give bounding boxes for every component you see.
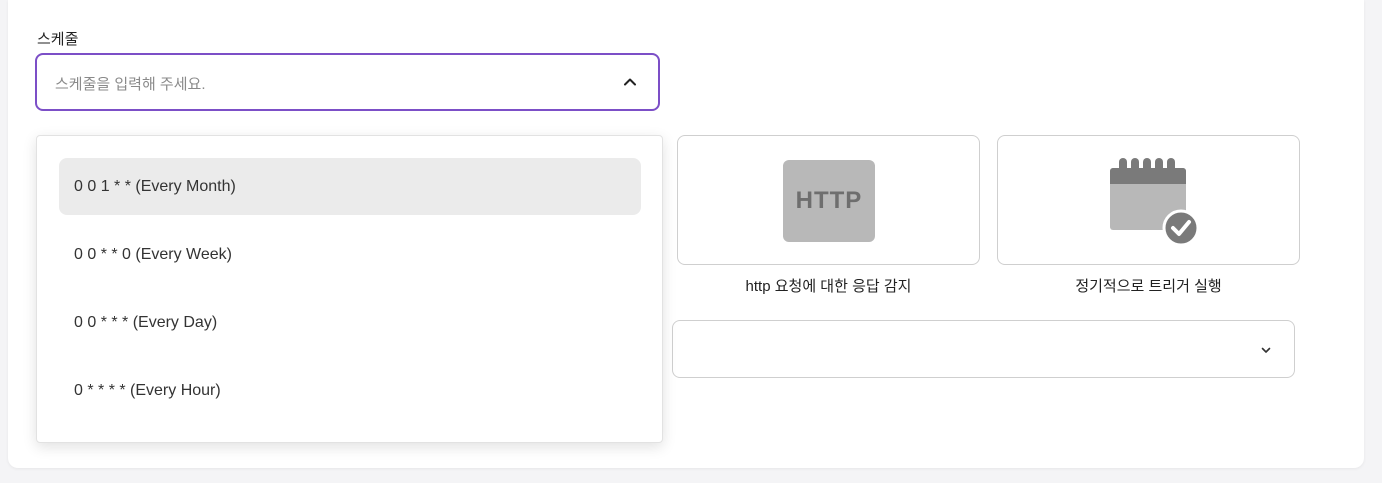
schedule-placeholder: 스케줄을 입력해 주세요. (55, 76, 206, 93)
trigger-card-http[interactable]: HTTP (677, 135, 980, 265)
trigger-select[interactable] (672, 320, 1295, 378)
schedule-option-every-week[interactable]: 0 0 * * 0 (Every Week) (59, 226, 641, 283)
trigger-caption-http: http 요청에 대한 응답 감지 (745, 278, 912, 295)
http-icon: HTTP (783, 160, 875, 242)
chevron-down-icon[interactable] (1260, 344, 1272, 356)
schedule-option-every-day[interactable]: 0 0 * * * (Every Day) (59, 294, 641, 351)
schedule-label: 스케줄 (37, 31, 79, 48)
calendar-check-icon (1110, 158, 1200, 246)
schedule-dropdown-menu: 0 0 1 * * (Every Month) 0 0 * * 0 (Every… (36, 135, 663, 443)
schedule-input[interactable]: 스케줄을 입력해 주세요. (35, 53, 660, 111)
trigger-caption-schedule: 정기적으로 트리거 실행 (1075, 278, 1222, 295)
schedule-option-every-hour[interactable]: 0 * * * * (Every Hour) (59, 362, 641, 419)
chevron-up-icon[interactable] (622, 74, 638, 90)
trigger-card-schedule[interactable] (997, 135, 1300, 265)
schedule-option-every-month[interactable]: 0 0 1 * * (Every Month) (59, 158, 641, 215)
